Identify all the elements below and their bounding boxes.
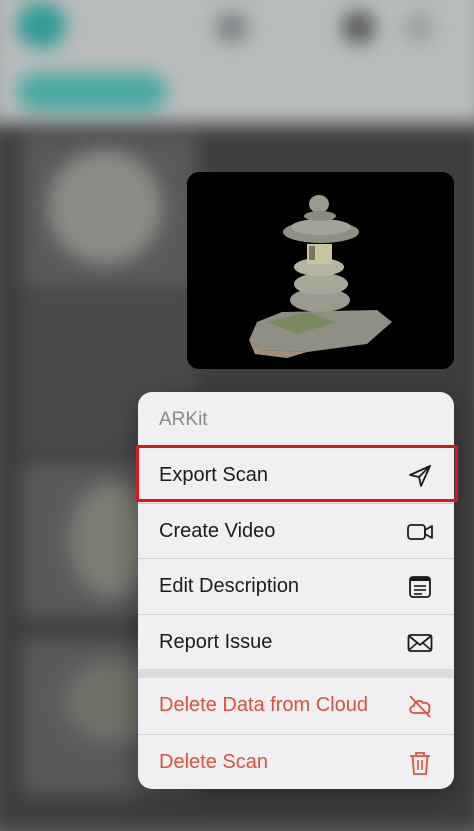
menu-item-label: Create Video — [159, 520, 276, 542]
menu-title: ARKit — [159, 409, 208, 430]
edit-description-button[interactable]: Edit Description — [138, 558, 454, 613]
background-logo — [16, 2, 67, 49]
menu-item-label: Edit Description — [159, 575, 300, 597]
background-toolbar-icon — [217, 12, 247, 42]
menu-item-label: Report Issue — [159, 631, 273, 653]
create-video-button[interactable]: Create Video — [138, 503, 454, 558]
report-issue-button[interactable]: Report Issue — [138, 614, 454, 669]
menu-item-label: Delete Scan — [159, 751, 268, 773]
export-scan-highlight — [136, 445, 458, 502]
trash-icon — [410, 752, 430, 775]
background-toolbar-icon — [342, 10, 376, 45]
background-filter-pill — [16, 73, 168, 111]
video-camera-icon — [407, 524, 433, 540]
background-scan-object — [47, 150, 163, 265]
menu-item-label: Delete Data from Cloud — [159, 694, 368, 716]
scan-preview — [187, 172, 454, 369]
delete-cloud-data-button[interactable]: Delete Data from Cloud — [138, 678, 454, 733]
menu-section-separator — [138, 669, 454, 678]
delete-scan-button[interactable]: Delete Scan — [138, 734, 454, 789]
note-text-icon — [409, 576, 431, 598]
background-toolbar-icon — [404, 12, 434, 42]
envelope-icon — [407, 634, 433, 652]
cloud-slash-icon — [409, 695, 431, 718]
stone-lantern-image — [249, 195, 392, 358]
